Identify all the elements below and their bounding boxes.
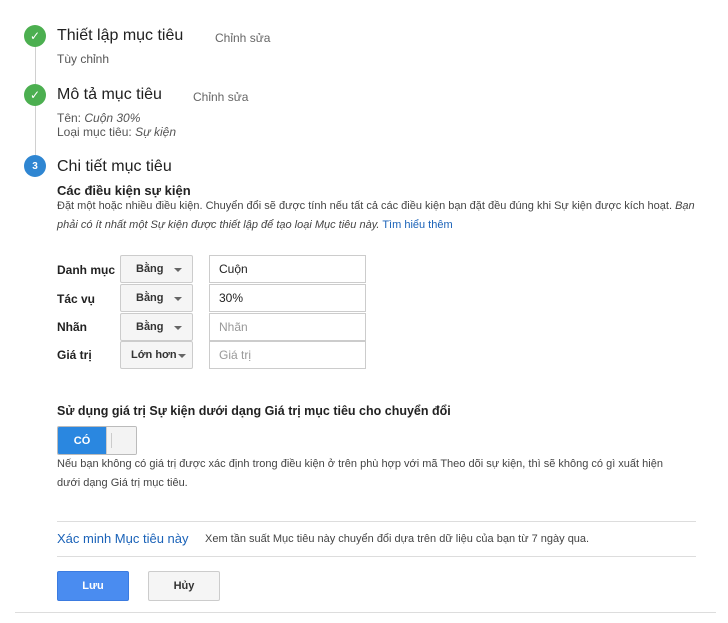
use-event-value-help: Nếu bạn không có giá trị được xác định t… bbox=[57, 458, 663, 489]
step-2-name: Tên: Cuộn 30% bbox=[57, 111, 140, 125]
label-operator-select[interactable]: Bằng bbox=[120, 313, 193, 341]
condition-label-label: Nhãn bbox=[57, 320, 87, 334]
type-label: Loại mục tiêu: bbox=[57, 125, 132, 139]
value-operator-select[interactable]: Lớn hơn bbox=[120, 341, 193, 369]
name-label: Tên: bbox=[57, 111, 82, 125]
step-1-edit-link[interactable]: Chỉnh sửa bbox=[215, 31, 270, 45]
name-value: Cuộn 30% bbox=[84, 111, 141, 125]
step-1-summary: Tùy chỉnh bbox=[57, 52, 110, 66]
stepper-line bbox=[35, 46, 36, 84]
step-3-title: Chi tiết mục tiêu bbox=[57, 158, 172, 175]
step-2-type: Loại mục tiêu: Sự kiện bbox=[57, 125, 176, 139]
type-value: Sự kiện bbox=[135, 125, 177, 139]
step-complete-check-icon: ✓ bbox=[24, 84, 46, 106]
chevron-down-icon bbox=[174, 297, 182, 301]
operator-value: Bằng bbox=[136, 292, 164, 304]
label-value-input[interactable]: Nhãn bbox=[209, 313, 366, 341]
verify-goal-description: Xem tần suất Mục tiêu này chuyển đổi dựa… bbox=[205, 533, 590, 545]
category-value-input[interactable]: Cuộn bbox=[209, 255, 366, 283]
value-value-input[interactable]: Giá trị bbox=[209, 341, 366, 369]
chevron-down-icon bbox=[174, 268, 182, 272]
step-2-edit-link[interactable]: Chỉnh sửa bbox=[193, 90, 248, 104]
use-event-value-toggle[interactable]: CÓ bbox=[57, 426, 137, 455]
divider bbox=[57, 521, 696, 522]
condition-label-value: Giá trị bbox=[57, 348, 92, 362]
divider bbox=[57, 556, 696, 557]
event-conditions-heading: Các điều kiện sự kiện bbox=[57, 183, 191, 198]
operator-value: Bằng bbox=[136, 263, 164, 275]
step-number-badge: 3 bbox=[24, 155, 46, 177]
event-conditions-description: Đặt một hoặc nhiều điều kiện. Chuyển đổi… bbox=[57, 197, 697, 235]
cancel-button[interactable]: Hủy bbox=[148, 571, 220, 601]
condition-label-action: Tác vụ bbox=[57, 292, 96, 306]
step-2-title: Mô tả mục tiêu bbox=[57, 86, 162, 103]
action-operator-select[interactable]: Bằng bbox=[120, 284, 193, 312]
goal-setup-page: ✓ Thiết lập mục tiêu Chỉnh sửa Tùy chỉnh… bbox=[0, 0, 728, 623]
step-1-title: Thiết lập mục tiêu bbox=[57, 27, 184, 44]
chevron-down-icon bbox=[178, 354, 186, 358]
step-complete-check-icon: ✓ bbox=[24, 25, 46, 47]
category-operator-select[interactable]: Bằng bbox=[120, 255, 193, 283]
verify-goal-link[interactable]: Xác minh Mục tiêu này bbox=[57, 531, 189, 546]
learn-more-link[interactable]: Tìm hiểu thêm bbox=[382, 219, 452, 231]
stepper-line bbox=[35, 105, 36, 155]
chevron-down-icon bbox=[174, 326, 182, 330]
use-event-value-label: Sử dụng giá trị Sự kiện dưới dạng Giá tr… bbox=[57, 404, 451, 418]
condition-label-category: Danh mục bbox=[57, 263, 116, 277]
operator-value: Bằng bbox=[136, 321, 164, 333]
bottom-divider bbox=[15, 612, 716, 613]
operator-value: Lớn hơn bbox=[131, 349, 177, 361]
action-value-input[interactable]: 30% bbox=[209, 284, 366, 312]
save-button[interactable]: Lưu bbox=[57, 571, 129, 601]
toggle-knob bbox=[106, 427, 136, 454]
toggle-on-label: CÓ bbox=[58, 427, 106, 454]
conditions-description-text: Đặt một hoặc nhiều điều kiện. Chuyển đổi… bbox=[57, 200, 673, 212]
